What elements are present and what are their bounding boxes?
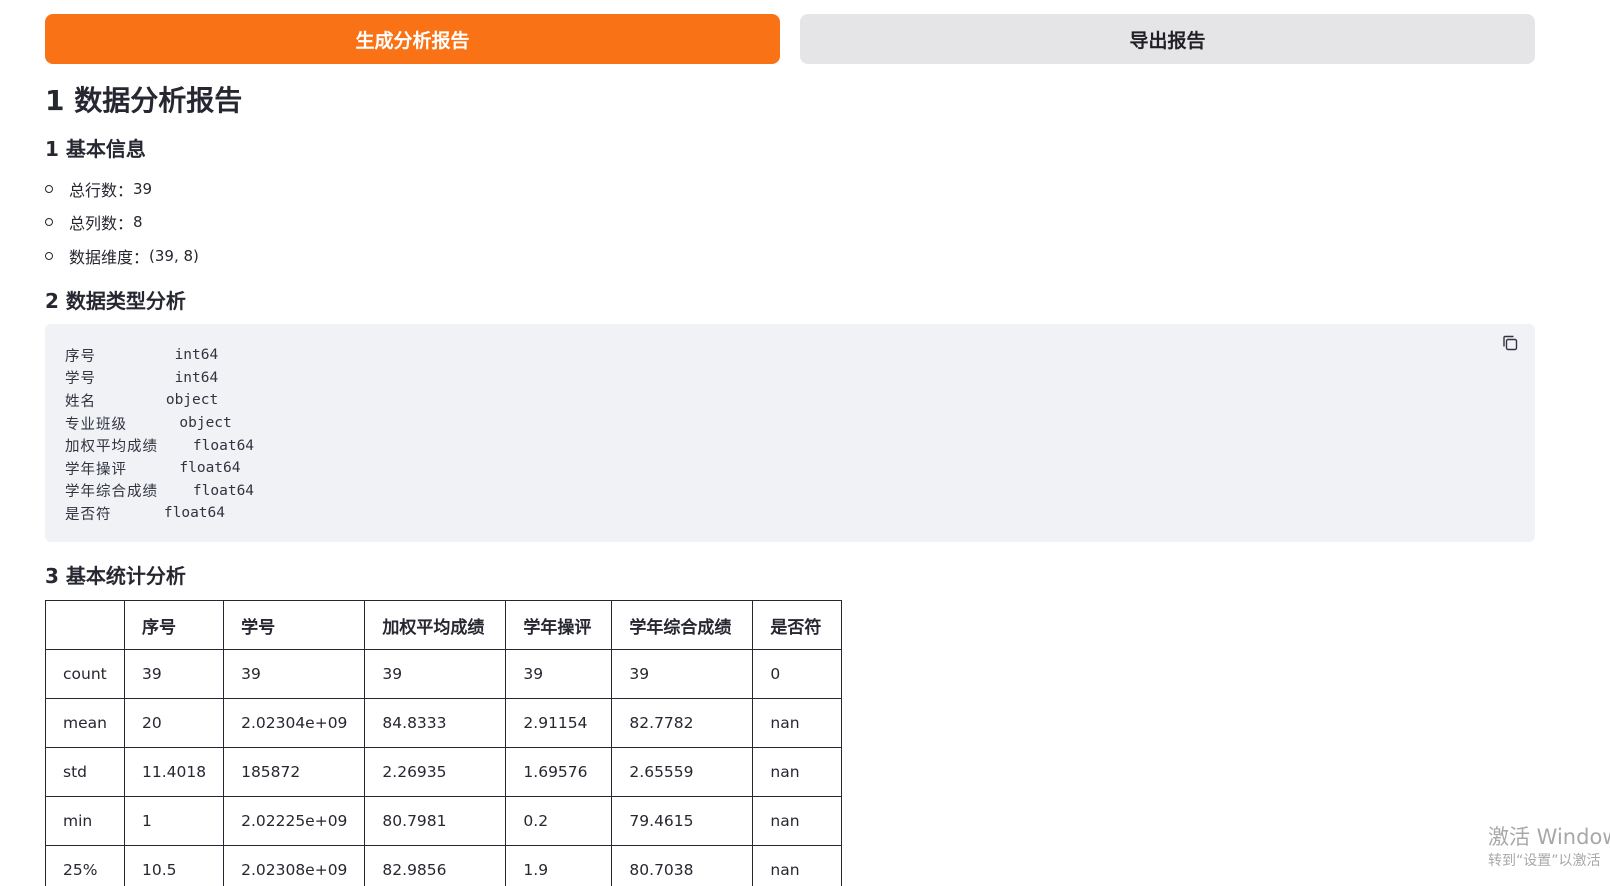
export-report-button[interactable]: 导出报告 bbox=[800, 14, 1535, 64]
table-row: count 39 39 39 39 39 0 bbox=[45, 649, 843, 699]
table-row: mean 20 2.02304e+09 84.8333 2.91154 82.7… bbox=[45, 698, 843, 748]
table-cell: 39 bbox=[223, 649, 366, 699]
page: 生成分析报告 导出报告 1 数据分析报告 1 基本信息 总行数： 39 总列数：… bbox=[0, 0, 1610, 886]
bullet-icon bbox=[45, 218, 53, 227]
table-cell: 39 bbox=[505, 649, 613, 699]
info-label: 数据维度： bbox=[69, 247, 150, 267]
table-header-cell: 学年综合成绩 bbox=[611, 600, 754, 650]
info-label: 总列数： bbox=[69, 214, 134, 234]
code-line: 是否符 float64 bbox=[65, 505, 225, 523]
table-cell: 84.8333 bbox=[364, 698, 507, 748]
table-cell: 10.5 bbox=[123, 845, 225, 886]
table-cell: 82.9856 bbox=[364, 845, 507, 886]
table-cell: 80.7981 bbox=[364, 796, 507, 846]
dtypes-code-block: 序号 int64 学号 int64 姓名 object 专业班级 object … bbox=[45, 324, 1535, 542]
table-cell: std bbox=[45, 747, 125, 797]
table-cell: 80.7038 bbox=[611, 845, 754, 886]
list-item: 总列数： 8 bbox=[45, 206, 199, 240]
code-line: 加权平均成绩 float64 bbox=[65, 437, 255, 456]
table-cell: 11.4018 bbox=[123, 747, 225, 797]
generate-report-button[interactable]: 生成分析报告 bbox=[45, 14, 780, 64]
table-cell: 2.26935 bbox=[364, 747, 507, 797]
list-item: 数据维度： (39, 8) bbox=[45, 239, 199, 273]
table-cell: 1.69576 bbox=[505, 747, 613, 797]
table-cell: nan bbox=[752, 796, 843, 846]
table-row: std 11.4018 185872 2.26935 1.69576 2.655… bbox=[45, 747, 843, 797]
table-cell: 0.2 bbox=[505, 796, 613, 846]
stats-heading: 3 基本统计分析 bbox=[45, 564, 186, 588]
code-line: 姓名 object bbox=[65, 392, 219, 410]
table-cell: nan bbox=[752, 747, 843, 797]
table-header-cell: 学号 bbox=[223, 600, 366, 650]
table-cell: nan bbox=[752, 845, 843, 886]
table-row: 25% 10.5 2.02308e+09 82.9856 1.9 80.7038… bbox=[45, 845, 843, 886]
dtypes-heading: 2 数据类型分析 bbox=[45, 289, 186, 313]
basic-info-heading: 1 基本信息 bbox=[45, 137, 146, 161]
info-value: (39, 8) bbox=[149, 246, 199, 265]
table-cell: 20 bbox=[123, 698, 225, 748]
table-header-cell: 序号 bbox=[123, 600, 225, 650]
table-cell: mean bbox=[45, 698, 125, 748]
table-cell: 2.65559 bbox=[611, 747, 754, 797]
basic-info-list: 总行数： 39 总列数： 8 数据维度： (39, 8) bbox=[45, 172, 199, 273]
table-cell: 1.9 bbox=[505, 845, 613, 886]
watermark-title: 激活 Windows bbox=[1488, 825, 1610, 849]
table-cell: 25% bbox=[45, 845, 125, 886]
table-cell: 2.02304e+09 bbox=[223, 698, 366, 748]
bullet-icon bbox=[45, 184, 53, 193]
table-cell: min bbox=[45, 796, 125, 846]
code-line: 学年操评 float64 bbox=[65, 460, 241, 478]
code-line: 学号 int64 bbox=[65, 369, 219, 388]
table-cell: 2.02225e+09 bbox=[223, 796, 366, 846]
table-cell: 39 bbox=[611, 649, 754, 699]
code-content: 序号 int64 学号 int64 姓名 object 专业班级 object … bbox=[65, 344, 1515, 525]
table-cell: nan bbox=[752, 698, 843, 748]
table-header-cell: 是否符 bbox=[752, 600, 843, 650]
table-cell: 39 bbox=[364, 649, 507, 699]
table-cell: 185872 bbox=[223, 747, 366, 797]
activation-watermark: 激活 Windows 转到“设置”以激活 bbox=[1488, 824, 1610, 872]
table-cell: 0 bbox=[752, 649, 843, 699]
list-item: 总行数： 39 bbox=[45, 172, 199, 206]
table-header-cell: 加权平均成绩 bbox=[364, 600, 507, 650]
stats-table: 序号 学号 加权平均成绩 学年操评 学年综合成绩 是否符 count 39 39… bbox=[45, 600, 843, 886]
bullet-icon bbox=[45, 251, 53, 260]
copy-icon[interactable] bbox=[1501, 334, 1519, 352]
watermark-subtitle: 转到“设置”以激活 bbox=[1488, 853, 1601, 869]
info-value: 39 bbox=[133, 179, 153, 198]
table-cell: 39 bbox=[123, 649, 225, 699]
report-title: 1 数据分析报告 bbox=[45, 84, 243, 117]
info-label: 总行数： bbox=[69, 180, 134, 200]
table-header-cell: 学年操评 bbox=[505, 600, 613, 650]
table-header-cell bbox=[45, 600, 125, 650]
table-row: min 1 2.02225e+09 80.7981 0.2 79.4615 na… bbox=[45, 796, 843, 846]
table-cell: 79.4615 bbox=[611, 796, 754, 846]
table-header-row: 序号 学号 加权平均成绩 学年操评 学年综合成绩 是否符 bbox=[45, 600, 843, 650]
code-line: 专业班级 object bbox=[65, 415, 232, 433]
table-cell: 2.02308e+09 bbox=[223, 845, 366, 886]
code-line: 学年综合成绩 float64 bbox=[65, 482, 255, 501]
action-buttons: 生成分析报告 导出报告 bbox=[45, 14, 1535, 64]
table-cell: 1 bbox=[123, 796, 225, 846]
table-cell: 82.7782 bbox=[611, 698, 754, 748]
table-cell: count bbox=[45, 649, 125, 699]
info-value: 8 bbox=[133, 213, 143, 232]
table-cell: 2.91154 bbox=[505, 698, 613, 748]
code-line: 序号 int64 bbox=[65, 347, 219, 365]
